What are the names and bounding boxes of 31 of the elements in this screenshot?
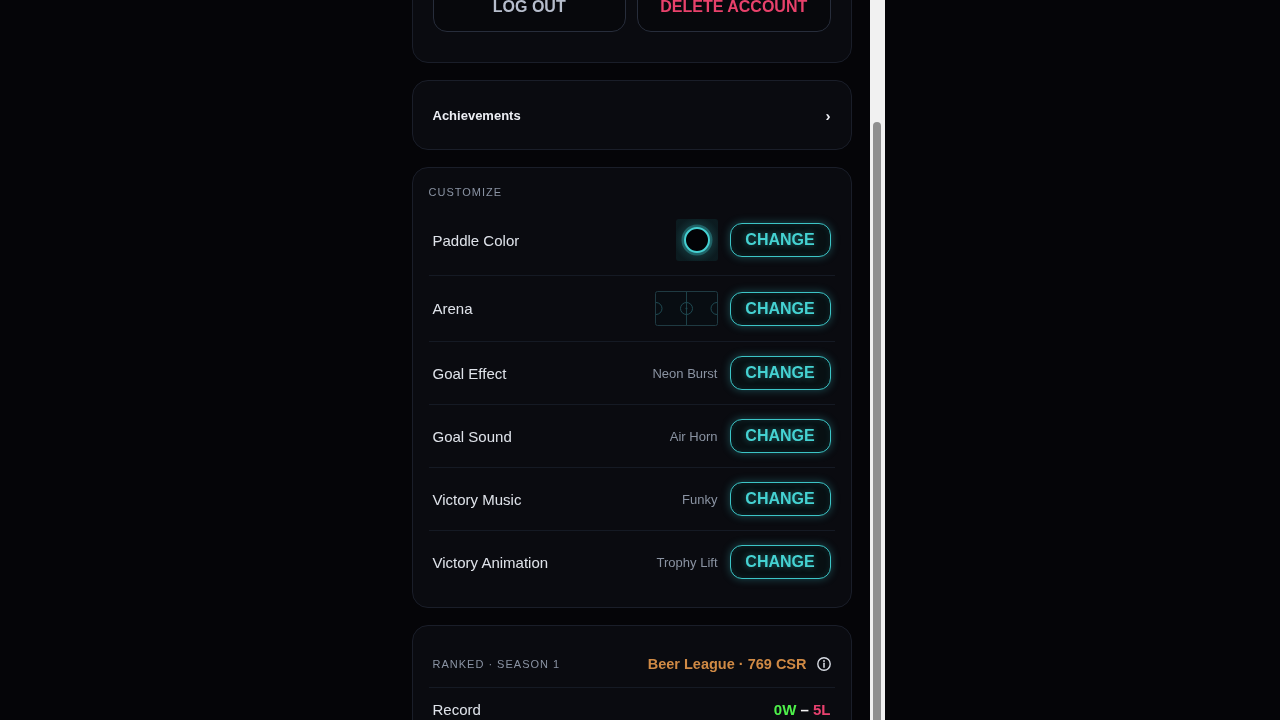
setting-label: Paddle Color xyxy=(432,231,521,249)
arena-preview-icon xyxy=(654,291,718,326)
change-button[interactable]: CHANGE xyxy=(729,419,831,453)
change-button[interactable]: CHANGE xyxy=(729,356,831,390)
log-out-button[interactable]: LOG OUT xyxy=(432,0,626,32)
delete-account-button[interactable]: DELETE ACCOUNT xyxy=(637,0,831,32)
achievements-label: Achievements xyxy=(432,107,521,123)
section-heading: CUSTOMIZE xyxy=(428,185,503,199)
setting-value: Air Horn xyxy=(669,428,718,444)
setting-value: Neon Burst xyxy=(652,365,718,381)
change-button[interactable]: CHANGE xyxy=(729,223,831,257)
change-button[interactable]: CHANGE xyxy=(729,482,831,516)
setting-label: Victory Music xyxy=(432,490,523,508)
setting-label: Goal Sound xyxy=(432,427,513,445)
change-button[interactable]: CHANGE xyxy=(729,545,831,579)
scrollbar[interactable] xyxy=(869,0,885,720)
change-button[interactable]: CHANGE xyxy=(729,291,831,326)
scrollbar-thumb[interactable] xyxy=(873,122,881,720)
record-value: 0W – 5L xyxy=(773,701,831,718)
setting-label: Victory Animation xyxy=(432,553,550,571)
setting-label: Goal Effect xyxy=(432,364,508,382)
achievements-row[interactable]: Achievements › xyxy=(411,80,852,150)
stat-label: Record xyxy=(432,701,482,718)
setting-value: Funky xyxy=(682,491,718,507)
info-icon[interactable] xyxy=(816,657,831,671)
chevron: › xyxy=(825,106,831,124)
section-heading: RANKED · SEASON 1 xyxy=(432,657,562,672)
paddle-swatch-icon xyxy=(675,219,718,261)
setting-label: Arena xyxy=(432,300,474,317)
setting-value: Trophy Lift xyxy=(656,554,718,570)
rank-text: Beer League · 769 CSR xyxy=(647,656,807,672)
